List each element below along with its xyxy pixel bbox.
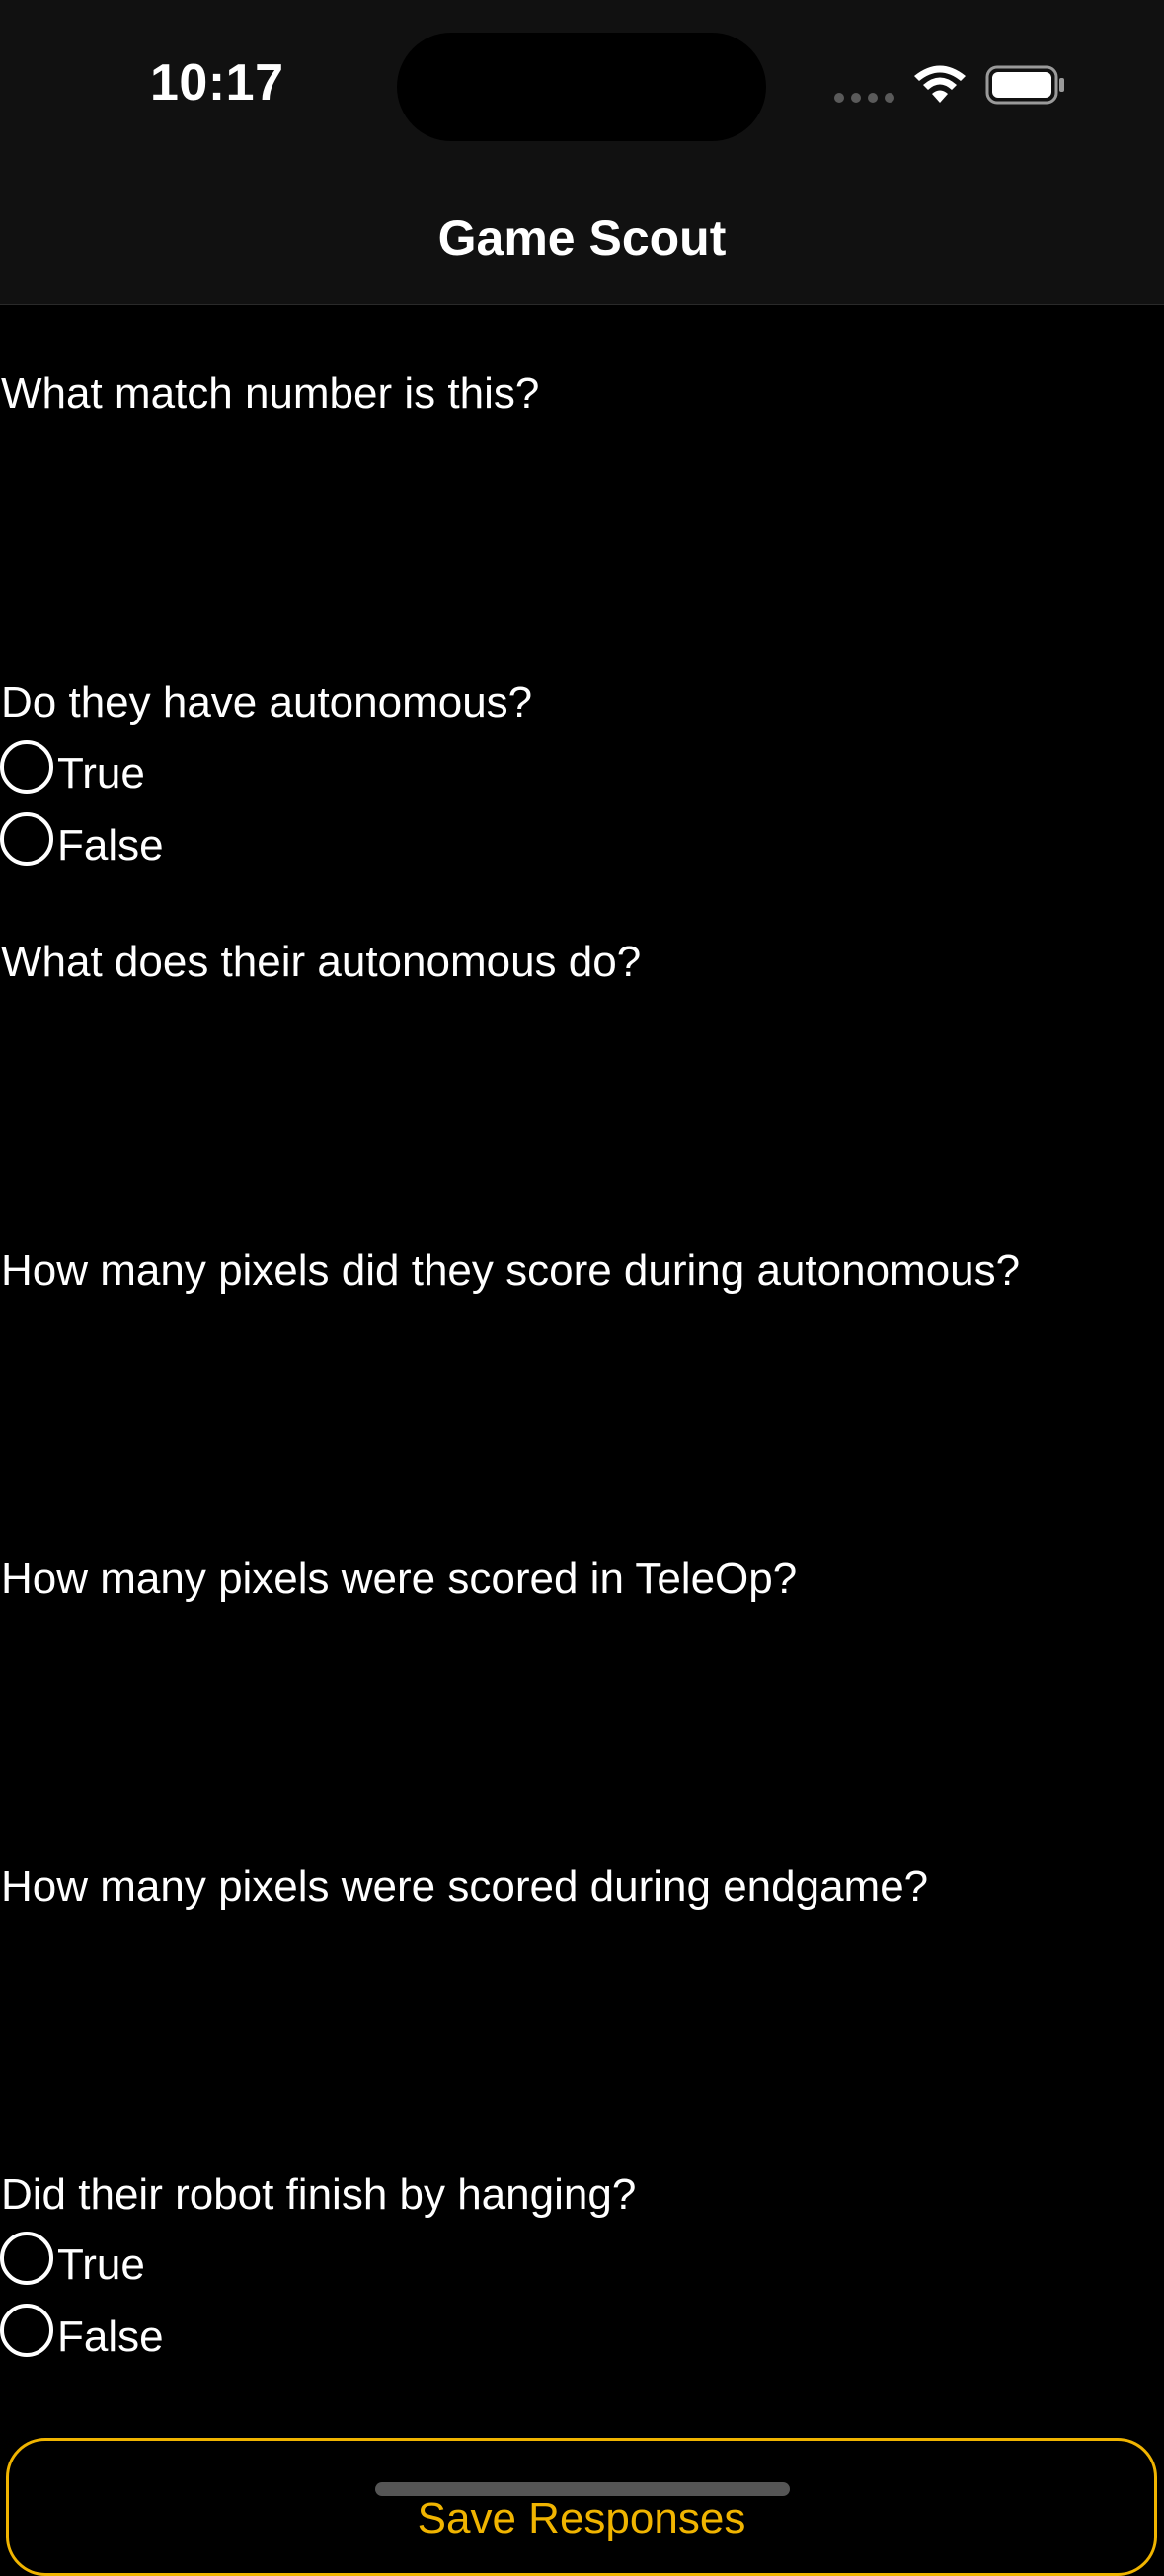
save-responses-button[interactable]: Save Responses — [6, 2438, 1157, 2576]
wifi-icon — [914, 65, 966, 103]
radio-button[interactable] — [0, 2232, 53, 2285]
radio-option-hanging-false[interactable]: False — [0, 2304, 164, 2367]
question-autonomous: Do they have autonomous? — [1, 678, 533, 726]
radio-option-autonomous-false[interactable]: False — [0, 812, 164, 875]
radio-option-hanging-true[interactable]: True — [0, 2232, 145, 2295]
battery-icon — [985, 65, 1064, 105]
status-time: 10:17 — [150, 54, 284, 112]
dynamic-island — [397, 33, 766, 141]
radio-button[interactable] — [0, 812, 53, 866]
cellular-signal-icon — [834, 93, 894, 103]
radio-option-autonomous-true[interactable]: True — [0, 740, 145, 803]
radio-label: True — [57, 2240, 145, 2289]
radio-label: False — [57, 821, 164, 870]
question-auto-pixels: How many pixels did they score during au… — [1, 1247, 1021, 1295]
save-button-label: Save Responses — [417, 2494, 746, 2542]
radio-label: False — [57, 2312, 164, 2361]
home-indicator[interactable] — [375, 2482, 790, 2496]
radio-button[interactable] — [0, 2304, 53, 2357]
radio-label: True — [57, 749, 145, 797]
question-auto-description: What does their autonomous do? — [1, 938, 642, 986]
question-match-number: What match number is this? — [1, 369, 540, 417]
top-bar: 10:17 Game Scout — [0, 0, 1164, 305]
question-endgame-pixels: How many pixels were scored during endga… — [1, 1862, 929, 1911]
question-hanging: Did their robot finish by hanging? — [1, 2170, 637, 2219]
page-title: Game Scout — [437, 210, 727, 265]
question-teleop-pixels: How many pixels were scored in TeleOp? — [1, 1554, 798, 1603]
radio-button[interactable] — [0, 740, 53, 794]
